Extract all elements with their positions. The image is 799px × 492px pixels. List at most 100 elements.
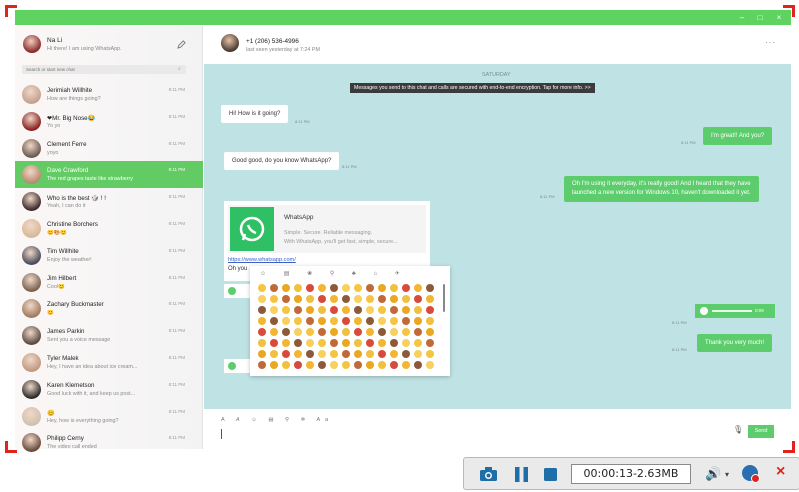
more-options-icon[interactable]: ···: [765, 38, 776, 47]
emoji-icon[interactable]: [354, 317, 362, 325]
emoji-icon[interactable]: [426, 350, 434, 358]
emoji-icon[interactable]: [306, 328, 314, 336]
camera-icon[interactable]: [480, 467, 497, 481]
emoji-icon[interactable]: [306, 295, 314, 303]
chat-list-item[interactable]: ❤Mr. Big Nose😂 Yo yo 8:11 PM: [15, 108, 203, 135]
emoji-icon[interactable]: [378, 328, 386, 336]
message-bubble[interactable]: I'm great!! And you?: [703, 127, 773, 145]
emoji-icon[interactable]: [330, 339, 338, 347]
emoji-icon[interactable]: [402, 339, 410, 347]
emoji-icon[interactable]: [270, 361, 278, 369]
play-icon[interactable]: [700, 307, 708, 315]
emoji-icon[interactable]: [414, 306, 422, 314]
emoji-icon[interactable]: [258, 317, 266, 325]
emoji-icon[interactable]: [318, 339, 326, 347]
chat-list-item[interactable]: James Parkin Sent you a voice message 8:11…: [15, 322, 203, 349]
emoji-icon[interactable]: [378, 361, 386, 369]
emoji-icon[interactable]: [282, 361, 290, 369]
link-url[interactable]: https://www.whatsapp.com/: [228, 257, 296, 263]
message-bubble[interactable]: Thank you very much!: [697, 334, 773, 352]
emoji-icon[interactable]: [426, 295, 434, 303]
emoji-icon[interactable]: [414, 339, 422, 347]
emoji-icon[interactable]: [258, 295, 266, 303]
pause-icon[interactable]: [515, 467, 528, 482]
emoji-scrollbar[interactable]: [443, 284, 445, 312]
emoji-icon[interactable]: [378, 306, 386, 314]
emoji-icon[interactable]: [270, 295, 278, 303]
emoji-icon[interactable]: [390, 339, 398, 347]
emoji-icon[interactable]: [378, 350, 386, 358]
emoji-icon[interactable]: [390, 317, 398, 325]
emoji-icon[interactable]: [426, 284, 434, 292]
encryption-notice[interactable]: Messages you send to this chat and calls…: [350, 83, 595, 93]
emoji-icon[interactable]: [294, 361, 302, 369]
emoji-icon[interactable]: [342, 306, 350, 314]
emoji-icon[interactable]: [258, 350, 266, 358]
emoji-icon[interactable]: [258, 361, 266, 369]
emoji-icon[interactable]: [342, 295, 350, 303]
voice-progress-track[interactable]: [712, 310, 752, 312]
emoji-icon[interactable]: [258, 328, 266, 336]
emoji-icon[interactable]: [354, 295, 362, 303]
emoji-icon[interactable]: [294, 317, 302, 325]
emoji-icon[interactable]: [282, 339, 290, 347]
emoji-icon[interactable]: [354, 328, 362, 336]
emoji-icon[interactable]: [354, 361, 362, 369]
pencil-icon[interactable]: [177, 40, 186, 49]
chat-list-item[interactable]: Dave Crawford The red grapes taste like s…: [15, 161, 203, 189]
emoji-icon[interactable]: [270, 284, 278, 292]
chat-list-item[interactable]: Philipp Cerny The video call ended 8:11 PM: [15, 429, 203, 456]
emoji-icon[interactable]: [318, 306, 326, 314]
emoji-icon[interactable]: [330, 361, 338, 369]
emoji-icon[interactable]: [342, 284, 350, 292]
emoji-icon[interactable]: [330, 306, 338, 314]
emoji-icon[interactable]: [318, 317, 326, 325]
emoji-icon[interactable]: [342, 350, 350, 358]
emoji-icon[interactable]: [318, 350, 326, 358]
emoji-icon[interactable]: [354, 306, 362, 314]
emoji-icon[interactable]: [366, 284, 374, 292]
emoji-icon[interactable]: [426, 317, 434, 325]
emoji-icon[interactable]: [390, 295, 398, 303]
emoji-icon[interactable]: [354, 350, 362, 358]
emoji-icon[interactable]: [282, 295, 290, 303]
emoji-icon[interactable]: [390, 306, 398, 314]
message-bubble[interactable]: Hi! How is it going?: [221, 105, 289, 123]
emoji-icon[interactable]: [330, 328, 338, 336]
emoji-icon[interactable]: [282, 306, 290, 314]
emoji-icon[interactable]: [426, 306, 434, 314]
chat-list-item[interactable]: Karen Klemetson Good luck with it, and ke…: [15, 376, 203, 403]
emoji-icon[interactable]: [294, 328, 302, 336]
emoji-icon[interactable]: [366, 317, 374, 325]
emoji-icon[interactable]: [270, 306, 278, 314]
emoji-icon[interactable]: [402, 306, 410, 314]
emoji-icon[interactable]: [282, 317, 290, 325]
emoji-icon[interactable]: [390, 328, 398, 336]
emoji-icon[interactable]: [402, 361, 410, 369]
emoji-icon[interactable]: [306, 339, 314, 347]
emoji-icon[interactable]: [330, 317, 338, 325]
play-icon[interactable]: [228, 287, 236, 295]
emoji-icon[interactable]: [402, 317, 410, 325]
emoji-icon[interactable]: [342, 317, 350, 325]
emoji-icon[interactable]: [270, 328, 278, 336]
emoji-icon[interactable]: [342, 339, 350, 347]
emoji-icon[interactable]: [306, 284, 314, 292]
chevron-down-icon[interactable]: ▾: [725, 470, 729, 479]
emoji-icon[interactable]: [294, 284, 302, 292]
format-toolbar[interactable]: A 𝘈 ☺ ▤ ⚲ ✲ Aa: [221, 417, 333, 423]
emoji-icon[interactable]: [258, 339, 266, 347]
emoji-icon[interactable]: [318, 284, 326, 292]
emoji-icon[interactable]: [414, 361, 422, 369]
voice-message[interactable]: 0:09: [695, 304, 775, 318]
search-box[interactable]: ⌕: [22, 65, 186, 74]
emoji-icon[interactable]: [282, 328, 290, 336]
chat-list-item[interactable]: Tyler Malek Hey, I have an idea about ice…: [15, 349, 203, 376]
chat-list-item[interactable]: Who is the best 🎲 ! ! Yeah, I can do it 8:…: [15, 188, 203, 215]
emoji-icon[interactable]: [414, 284, 422, 292]
chat-list-item[interactable]: 😊 Hey, how is everything going? 8:11 PM: [15, 403, 203, 430]
emoji-icon[interactable]: [426, 361, 434, 369]
emoji-icon[interactable]: [354, 284, 362, 292]
message-bubble[interactable]: Oh I'm using it everyday, it's really go…: [564, 176, 759, 202]
emoji-icon[interactable]: [426, 328, 434, 336]
